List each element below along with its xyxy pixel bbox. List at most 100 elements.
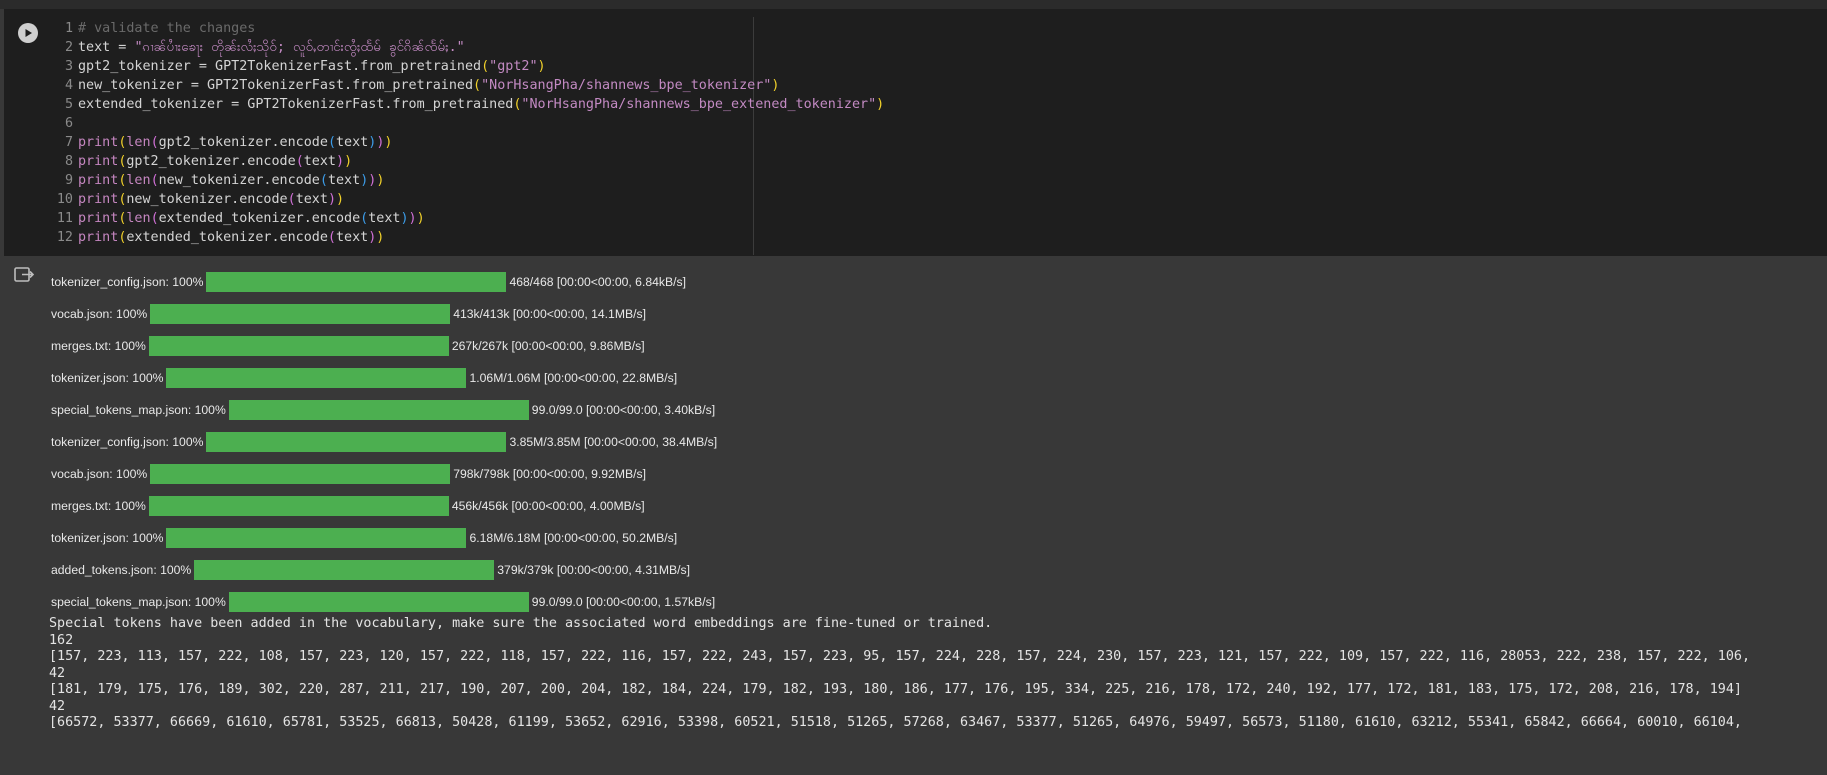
code-token: text [295,192,328,207]
progress-row: tokenizer_config.json: 100% 3.85M/3.85M [… [51,432,717,452]
progress-stats: 267k/267k [00:00<00:00, 9.86MB/s] [451,339,645,353]
progress-row: vocab.json: 100% 798k/798k [00:00<00:00, … [51,464,646,484]
output-area: tokenizer_config.json: 100% 468/468 [00:0… [0,256,1827,775]
progress-row: tokenizer.json: 100% 6.18M/6.18M [00:00<0… [51,528,677,548]
code-token: len [126,135,151,150]
progress-bar-fill [150,304,451,324]
code-token: print [78,192,119,207]
code-token: ) [416,211,425,226]
code-line[interactable]: 8 print(gpt2_tokenizer.encode(text)) [48,152,1808,171]
code-line[interactable]: 7 print(len(gpt2_tokenizer.encode(text))) [48,133,1808,152]
code-token: ) [360,173,369,188]
code-line[interactable]: 6 [48,114,1808,133]
progress-label: tokenizer_config.json: 100% [51,435,204,449]
code-token: ( [327,230,336,245]
code-line[interactable]: 3 gpt2_tokenizer = GPT2TokenizerFast.from… [48,57,1808,76]
code-line[interactable]: 12 print(extended_tokenizer.encode(text)) [48,228,1808,247]
code-token: ( [360,211,369,226]
progress-row: tokenizer_config.json: 100% 468/468 [00:0… [51,272,686,292]
code-token: text [303,154,336,169]
code-token: ) [368,135,377,150]
code-line[interactable]: 1 # validate the changes [48,19,1808,38]
code-token: new_tokenizer.encode [126,192,288,207]
code-token: ( [319,173,328,188]
console-line: 162 [49,632,74,648]
line-number: 7 [64,135,73,150]
code-token: text [335,230,369,245]
progress-stats: 6.18M/6.18M [00:00<00:00, 50.2MB/s] [469,531,678,545]
run-cell-button[interactable] [12,17,43,48]
code-token: ( [118,230,127,245]
progress-label: merges.txt: 100% [51,499,146,513]
progress-stats: 379k/379k [00:00<00:00, 4.31MB/s] [497,563,691,577]
progress-label: added_tokens.json: 100% [51,563,192,577]
code-token: "NorHsangPha/shannews_bpe_extened_tokeni… [521,97,877,112]
code-token: extended_tokenizer = GPT2TokenizerFast.f… [78,97,514,112]
line-number: 4 [64,78,73,93]
code-token: ) [384,135,393,150]
progress-label: merges.txt: 100% [51,339,146,353]
console-line: [181, 179, 175, 176, 189, 302, 220, 287,… [49,682,1742,697]
code-token: ) [376,230,385,245]
clear-output-icon[interactable] [13,265,35,285]
code-token: "ၵၢၼ်ပၢႆးၶေႃး တိုၼ်းလႆႈသိုဝ်; လူဝ်ႇတၢင်း… [134,40,465,55]
code-token: gpt2_tokenizer.encode [158,135,328,150]
progress-bar [228,400,529,420]
console-line: [66572, 53377, 66669, 61610, 65781, 5352… [49,715,1742,730]
code-token: text [327,173,361,188]
code-token: text [336,135,369,150]
progress-bar-fill [206,432,507,452]
progress-bar-fill [166,368,467,388]
code-cell[interactable]: 1 # validate the changes 2 text = "ၵၢၼ်ပၢႆး… [4,9,1827,256]
code-token: ( [118,135,127,150]
code-token: new_tokenizer.encode [158,173,320,188]
console-output: Special tokens have been added in the vo… [49,616,1827,732]
code-token: gpt2_tokenizer.encode [126,154,296,169]
progress-label: vocab.json: 100% [51,467,148,481]
progress-bar-fill [166,528,467,548]
progress-row: tokenizer.json: 100% 1.06M/1.06M [00:00<0… [51,368,677,388]
progress-label: vocab.json: 100% [51,307,148,321]
progress-stats: 413k/413k [00:00<00:00, 14.1MB/s] [453,307,646,321]
code-token: print [78,230,119,245]
code-token: ) [376,173,385,188]
progress-label: tokenizer.json: 100% [51,371,164,385]
code-token: ) [327,192,336,207]
code-token: ( [118,211,127,226]
progress-row: added_tokens.json: 100% 379k/379k [00:00<… [51,560,690,580]
progress-label: tokenizer.json: 100% [51,531,164,545]
progress-row: special_tokens_map.json: 100% 99.0/99.0 [… [51,400,715,420]
progress-row: vocab.json: 100% 413k/413k [00:00<00:00, … [51,304,646,324]
line-number: 11 [56,211,73,226]
line-number: 3 [64,59,73,74]
code-token: ) [408,211,417,226]
progress-stats: 3.85M/3.85M [00:00<00:00, 38.4MB/s] [509,435,718,449]
console-line: [157, 223, 113, 157, 222, 108, 157, 223,… [49,649,1751,664]
code-token: ( [473,78,482,93]
line-number: 10 [56,192,73,207]
progress-bar-fill [206,272,507,292]
console-line: 42 [49,698,66,714]
code-token: ) [376,135,385,150]
code-editor[interactable]: 1 # validate the changes 2 text = "ၵၢၼ်ပၢႆး… [48,19,1808,247]
progress-stats: 1.06M/1.06M [00:00<00:00, 22.8MB/s] [469,371,678,385]
code-token: print [78,211,119,226]
code-token: ( [118,192,127,207]
progress-stats: 468/468 [00:00<00:00, 6.84kB/s] [509,275,686,289]
progress-bar-fill [194,560,495,580]
code-token: ) [368,173,377,188]
progress-stats: 798k/798k [00:00<00:00, 9.92MB/s] [453,467,646,481]
code-line[interactable]: 10 print(new_tokenizer.encode(text)) [48,190,1808,209]
code-line[interactable]: 5 extended_tokenizer = GPT2TokenizerFast.… [48,95,1808,114]
progress-bar [206,272,507,292]
code-line[interactable]: 9 print(len(new_tokenizer.encode(text))) [48,171,1808,190]
line-number: 9 [64,173,73,188]
code-line[interactable]: 11 print(len(extended_tokenizer.encode(te… [48,209,1808,228]
progress-bar [150,464,451,484]
play-icon [17,22,38,43]
code-token: # validate the changes [78,21,256,36]
code-line[interactable]: 4 new_tokenizer = GPT2TokenizerFast.from_… [48,76,1808,95]
code-token: ( [118,173,127,188]
code-line[interactable]: 2 text = "ၵၢၼ်ပၢႆးၶေႃး တိုၼ်းလႆႈသိုဝ်; လူ… [48,38,1808,57]
console-line: Special tokens have been added in the vo… [49,616,993,631]
